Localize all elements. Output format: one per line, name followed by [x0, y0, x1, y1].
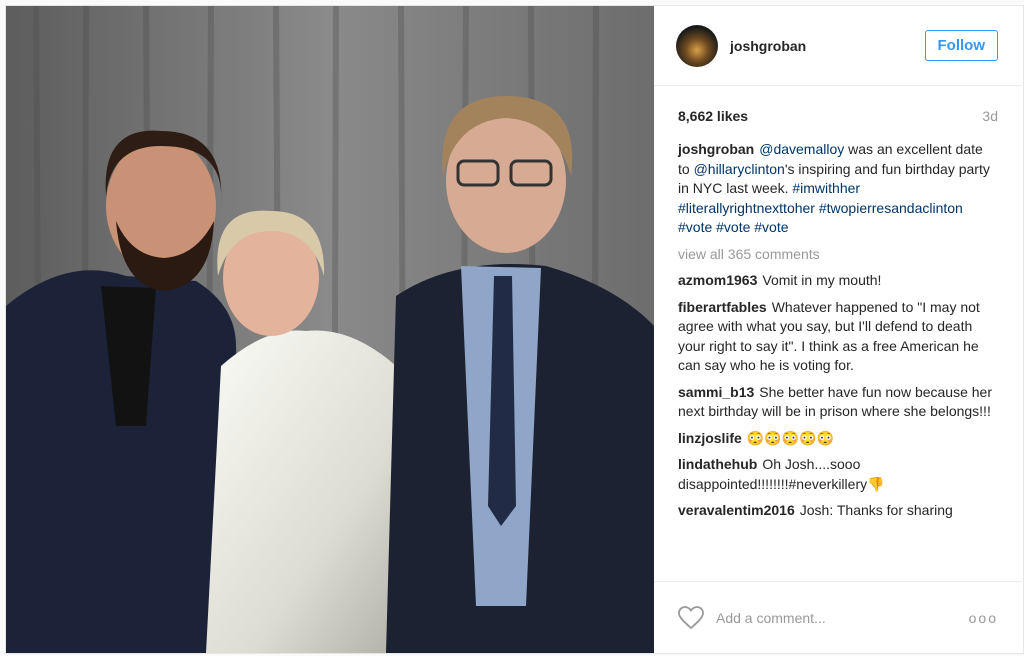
comment-text: Vomit in my mouth!: [762, 272, 882, 288]
follow-button[interactable]: Follow: [924, 30, 998, 61]
comment: sammi_b13 She better have fun now because…: [678, 383, 998, 422]
caption: joshgroban @davemalloy was an excellent d…: [678, 140, 998, 238]
caption-text-2[interactable]: @hillaryclinton: [694, 161, 785, 177]
comment-username[interactable]: fiberartfables: [678, 299, 767, 315]
caption-username[interactable]: joshgroban: [678, 141, 754, 157]
comment-username[interactable]: linzjoslife: [678, 430, 742, 446]
post: joshgroban Follow 8,662 likes 3d joshgro…: [5, 5, 1024, 654]
comment-text: 😳😳😳😳😳: [746, 429, 834, 446]
post-sidebar: joshgroban Follow 8,662 likes 3d joshgro…: [654, 6, 1022, 653]
view-all-comments-link[interactable]: view all 365 comments: [678, 245, 998, 265]
comment: azmom1963 Vomit in my mouth!: [678, 271, 998, 291]
likes-row: 8,662 likes 3d: [654, 108, 1022, 124]
comment-username[interactable]: azmom1963: [678, 272, 757, 288]
comment: veravalentim2016 Josh: Thanks for sharing: [678, 501, 998, 521]
post-footer: Add a comment... ooo: [654, 581, 1022, 653]
comments-list[interactable]: joshgroban @davemalloy was an excellent d…: [654, 124, 1022, 550]
comment-text: Josh: Thanks for sharing: [799, 502, 953, 518]
comment: fiberartfables Whatever happened to "I ma…: [678, 298, 998, 376]
author-username[interactable]: joshgroban: [730, 38, 925, 54]
add-comment-input[interactable]: Add a comment...: [716, 610, 969, 626]
post-header: joshgroban Follow: [654, 6, 1022, 86]
more-options-icon[interactable]: ooo: [969, 610, 998, 626]
comment: lindathehub Oh Josh....sooo disappointed!…: [678, 455, 998, 494]
avatar[interactable]: [676, 24, 718, 67]
comment: linzjoslife 😳😳😳😳😳: [678, 429, 998, 449]
caption-text-0[interactable]: @davemalloy: [759, 141, 844, 157]
likes-count[interactable]: 8,662 likes: [678, 108, 748, 124]
post-age[interactable]: 3d: [982, 108, 998, 124]
comment-username[interactable]: sammi_b13: [678, 384, 754, 400]
post-photo[interactable]: [6, 6, 654, 653]
comment-username[interactable]: lindathehub: [678, 456, 757, 472]
comment-username[interactable]: veravalentim2016: [678, 502, 795, 518]
heart-icon[interactable]: [678, 605, 704, 630]
photo-illustration: [6, 6, 654, 653]
